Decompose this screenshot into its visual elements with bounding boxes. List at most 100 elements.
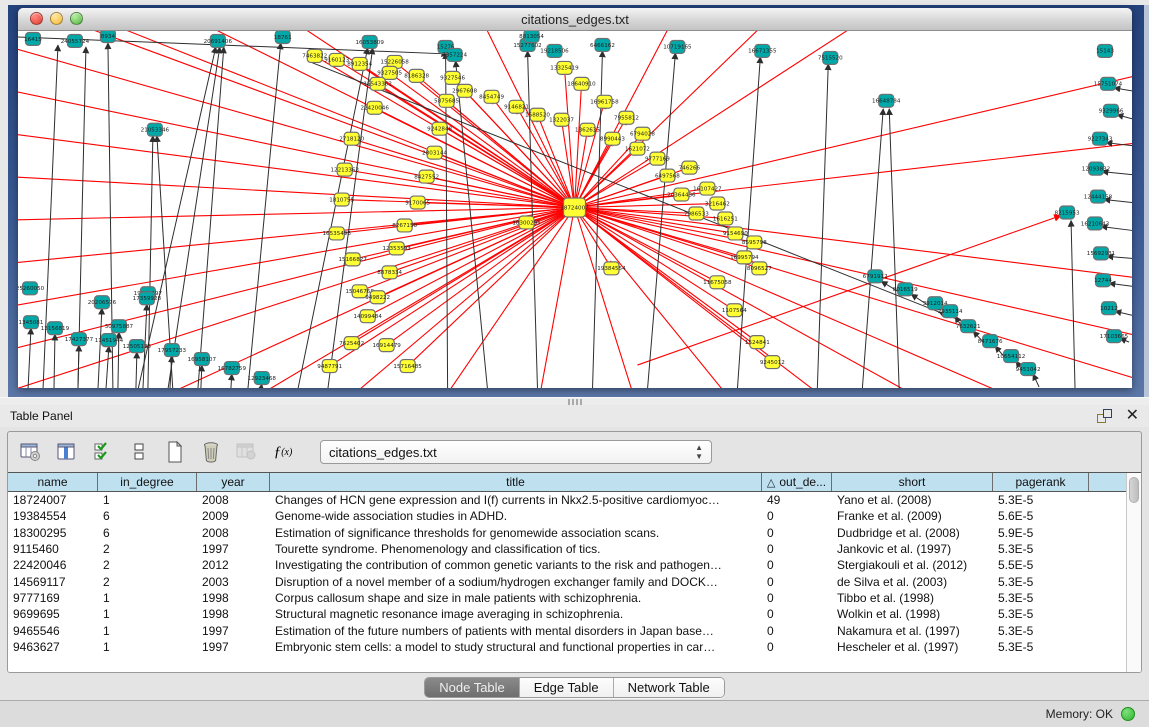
cell-short[interactable]: Tibbo et al. (1998): [832, 591, 993, 605]
tab-node-table[interactable]: Node Table: [425, 678, 520, 697]
table-row[interactable]: 1938455462009Genome-wide association stu…: [8, 508, 1126, 524]
column-header-year[interactable]: year: [197, 473, 270, 491]
cell-in-degree[interactable]: 2: [98, 575, 197, 589]
cell-name[interactable]: 18724007: [8, 493, 98, 507]
cell-out-de-[interactable]: 0: [762, 624, 832, 638]
cell-name[interactable]: 9777169: [8, 591, 98, 605]
cell-out-de-[interactable]: 0: [762, 575, 832, 589]
cell-title[interactable]: Embryonic stem cells: a model to study s…: [270, 640, 762, 654]
close-icon[interactable]: ✕: [1126, 409, 1139, 423]
table-row[interactable]: 969969511998Structural magnetic resonanc…: [8, 606, 1126, 622]
cell-in-degree[interactable]: 1: [98, 624, 197, 638]
cell-out-de-[interactable]: 0: [762, 526, 832, 540]
cell-name[interactable]: 22420046: [8, 558, 98, 572]
cell-out-de-[interactable]: 0: [762, 558, 832, 572]
column-header-pagerank[interactable]: pagerank: [993, 473, 1089, 491]
cell-out-de-[interactable]: 0: [762, 509, 832, 523]
cell-title[interactable]: Disruption of a novel member of a sodium…: [270, 575, 762, 589]
cell-pagerank[interactable]: 5.5E-5: [993, 558, 1089, 572]
cell-in-degree[interactable]: 6: [98, 509, 197, 523]
tab-network-table[interactable]: Network Table: [614, 678, 724, 697]
cell-short[interactable]: Franke et al. (2009): [832, 509, 993, 523]
cell-year[interactable]: 1997: [197, 640, 270, 654]
cell-pagerank[interactable]: 5.3E-5: [993, 591, 1089, 605]
cell-in-degree[interactable]: 2: [98, 558, 197, 572]
cell-name[interactable]: 9699695: [8, 607, 98, 621]
cell-pagerank[interactable]: 5.3E-5: [993, 493, 1089, 507]
scrollbar-thumb[interactable]: [1129, 477, 1139, 503]
cell-short[interactable]: Yano et al. (2008): [832, 493, 993, 507]
cell-in-degree[interactable]: 2: [98, 542, 197, 556]
cell-out-de-[interactable]: 0: [762, 640, 832, 654]
table-selector-combobox[interactable]: citations_edges.txt ▲▼: [320, 440, 712, 464]
table-row[interactable]: 946554611997Estimation of the future num…: [8, 622, 1126, 638]
cell-short[interactable]: Nakamura et al. (1997): [832, 624, 993, 638]
cell-in-degree[interactable]: 1: [98, 493, 197, 507]
cell-in-degree[interactable]: 6: [98, 526, 197, 540]
cell-title[interactable]: Investigating the contribution of common…: [270, 558, 762, 572]
new-table-icon[interactable]: [162, 439, 188, 465]
cell-title[interactable]: Corpus callosum shape and size in male p…: [270, 591, 762, 605]
cell-title[interactable]: Genome-wide association studies in ADHD.: [270, 509, 762, 523]
cell-name[interactable]: 9115460: [8, 542, 98, 556]
table-row[interactable]: 911546021997Tourette syndrome. Phenomeno…: [8, 541, 1126, 557]
cell-pagerank[interactable]: 5.9E-5: [993, 526, 1089, 540]
column-header-out-de-[interactable]: △out_de...: [762, 473, 832, 491]
cell-pagerank[interactable]: 5.6E-5: [993, 509, 1089, 523]
cell-name[interactable]: 14569117: [8, 575, 98, 589]
cell-out-de-[interactable]: 49: [762, 493, 832, 507]
cell-name[interactable]: 18300295: [8, 526, 98, 540]
cell-title[interactable]: Estimation of significance thresholds fo…: [270, 526, 762, 540]
cell-short[interactable]: Hescheler et al. (1997): [832, 640, 993, 654]
tab-edge-table[interactable]: Edge Table: [520, 678, 614, 697]
cell-year[interactable]: 2009: [197, 509, 270, 523]
cell-short[interactable]: Wolkin et al. (1998): [832, 607, 993, 621]
cell-year[interactable]: 1998: [197, 591, 270, 605]
table-row[interactable]: 946362711997Embryonic stem cells: a mode…: [8, 639, 1126, 655]
cell-year[interactable]: 1997: [197, 624, 270, 638]
cell-pagerank[interactable]: 5.3E-5: [993, 640, 1089, 654]
cell-year[interactable]: 2003: [197, 575, 270, 589]
cell-year[interactable]: 2012: [197, 558, 270, 572]
column-header-title[interactable]: title: [270, 473, 762, 491]
cell-out-de-[interactable]: 0: [762, 607, 832, 621]
select-rows-icon[interactable]: [90, 439, 116, 465]
float-window-icon[interactable]: [1097, 409, 1112, 423]
citation-network-graph[interactable]: 7463822916012389123541522605893275051654…: [18, 31, 1132, 388]
cell-year[interactable]: 1997: [197, 542, 270, 556]
table-row[interactable]: 977716911998Corpus callosum shape and si…: [8, 590, 1126, 606]
cell-name[interactable]: 9463627: [8, 640, 98, 654]
minimize-window-icon[interactable]: [50, 12, 63, 25]
table-settings-icon[interactable]: [18, 439, 44, 465]
cell-short[interactable]: de Silva et al. (2003): [832, 575, 993, 589]
close-window-icon[interactable]: [30, 12, 43, 25]
cell-title[interactable]: Tourette syndrome. Phenomenology and cla…: [270, 542, 762, 556]
table-row[interactable]: 1830029562008Estimation of significance …: [8, 525, 1126, 541]
cell-year[interactable]: 2008: [197, 493, 270, 507]
table-vertical-scrollbar[interactable]: [1126, 473, 1141, 672]
cell-in-degree[interactable]: 1: [98, 591, 197, 605]
cell-pagerank[interactable]: 5.3E-5: [993, 575, 1089, 589]
cell-short[interactable]: Jankovic et al. (1997): [832, 542, 993, 556]
cell-out-de-[interactable]: 0: [762, 591, 832, 605]
cell-pagerank[interactable]: 5.3E-5: [993, 542, 1089, 556]
cell-year[interactable]: 1998: [197, 607, 270, 621]
column-header-name[interactable]: name: [8, 473, 98, 491]
cell-short[interactable]: Stergiakouli et al. (2012): [832, 558, 993, 572]
cell-title[interactable]: Estimation of the future numbers of pati…: [270, 624, 762, 638]
cell-title[interactable]: Changes of HCN gene expression and I(f) …: [270, 493, 762, 507]
row-height-icon[interactable]: [126, 439, 152, 465]
cell-pagerank[interactable]: 5.3E-5: [993, 624, 1089, 638]
cell-out-de-[interactable]: 0: [762, 542, 832, 556]
cell-name[interactable]: 9465546: [8, 624, 98, 638]
cell-name[interactable]: 19384554: [8, 509, 98, 523]
function-builder-icon[interactable]: ƒ(x): [270, 439, 296, 465]
delete-table-icon[interactable]: [198, 439, 224, 465]
column-header-in-degree[interactable]: in_degree: [98, 473, 197, 491]
cell-in-degree[interactable]: 1: [98, 607, 197, 621]
column-header-short[interactable]: short: [832, 473, 993, 491]
cell-short[interactable]: Dudbridge et al. (2008): [832, 526, 993, 540]
network-canvas[interactable]: 7463822916012389123541522605893275051654…: [18, 31, 1132, 388]
table-row[interactable]: 1872400712008Changes of HCN gene express…: [8, 492, 1126, 508]
network-window-titlebar[interactable]: citations_edges.txt: [18, 8, 1132, 31]
